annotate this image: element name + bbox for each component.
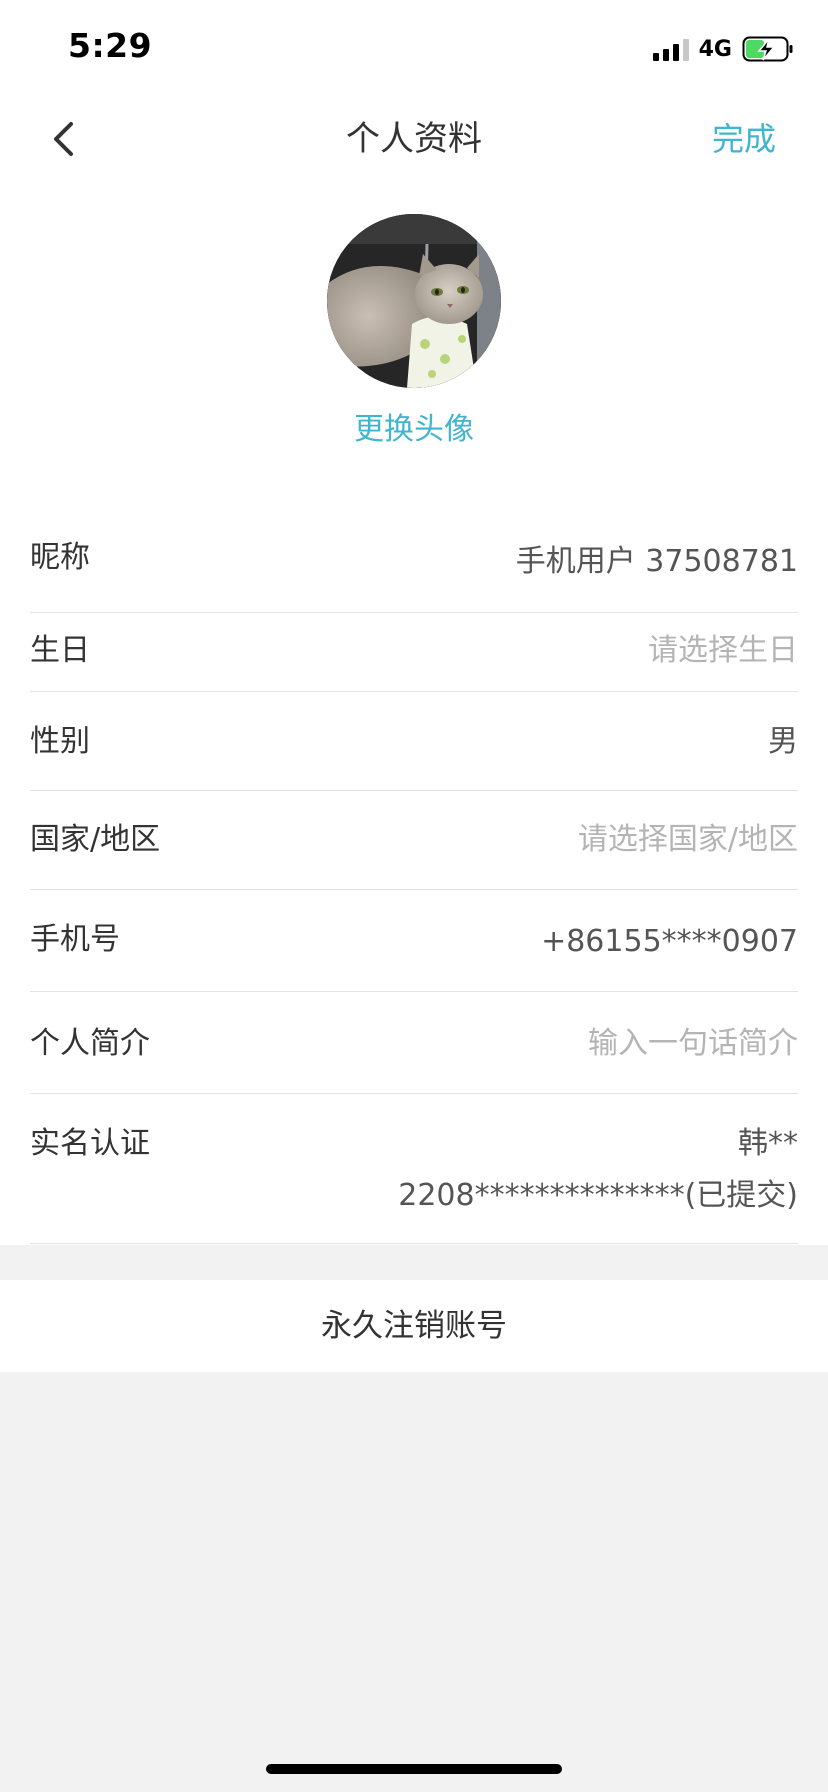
nickname-row[interactable]: 昵称 手机用户 37508781 [30,510,798,613]
cancel-account-button[interactable]: 永久注销账号 [0,1280,828,1372]
real-name-value: 韩** [738,1126,798,1161]
real-name-row[interactable]: 实名认证 韩** 2208**************(已提交) [30,1094,798,1244]
status-time: 5:29 [68,26,153,65]
bio-label: 个人简介 [30,1026,150,1061]
real-name-id-value: 2208**************(已提交) [398,1178,798,1213]
done-button[interactable]: 完成 [712,116,776,162]
status-indicators: 4G [652,34,794,64]
avatar[interactable] [327,214,501,388]
page-title: 个人资料 [346,119,482,159]
home-indicator[interactable] [266,1764,562,1774]
birthday-label: 生日 [30,633,90,668]
battery-charging-icon [742,36,793,62]
change-avatar-button[interactable]: 更换头像 [0,408,828,452]
nickname-label: 昵称 [30,540,90,575]
gender-label: 性别 [30,724,90,759]
phone-row[interactable]: 手机号 +86155****0907 [30,890,798,992]
phone-label: 手机号 [30,922,120,957]
birthday-value: 请选择生日 [648,633,798,668]
gender-row[interactable]: 性别 男 [30,692,798,791]
signal-bars-icon [652,37,689,61]
region-row[interactable]: 国家/地区 请选择国家/地区 [30,791,798,890]
avatar-photo [327,214,501,388]
gender-value: 男 [768,724,798,759]
nickname-value: 手机用户 37508781 [515,544,798,579]
bio-value: 输入一句话简介 [588,1026,798,1061]
real-name-label: 实名认证 [30,1126,150,1161]
birthday-row[interactable]: 生日 请选择生日 [30,613,798,692]
network-label: 4G [698,36,732,62]
phone-value: +86155****0907 [541,924,798,959]
bio-row[interactable]: 个人简介 输入一句话简介 [30,992,798,1094]
region-label: 国家/地区 [30,822,161,857]
region-value: 请选择国家/地区 [577,822,798,857]
